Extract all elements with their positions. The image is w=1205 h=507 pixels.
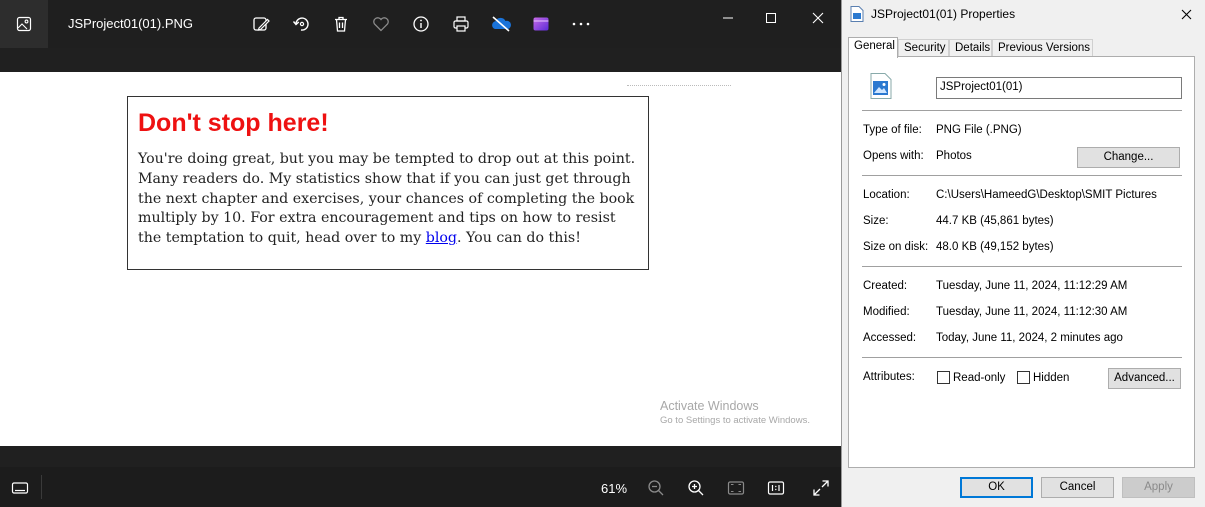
type-label: Type of file: — [863, 124, 922, 136]
attributes-label: Attributes: — [863, 371, 915, 383]
onedrive-icon — [492, 16, 511, 32]
size-label: Size: — [863, 215, 889, 227]
separator — [862, 266, 1182, 267]
rotate-icon — [292, 17, 309, 31]
tab-previous-versions[interactable]: Previous Versions — [992, 39, 1093, 57]
tab-general[interactable]: General — [848, 37, 898, 58]
modified-label: Modified: — [863, 306, 910, 318]
image-heading: Don't stop here! — [138, 109, 329, 137]
minimize-button[interactable] — [713, 8, 743, 28]
image-body-text: You're doing great, but you may be tempt… — [138, 150, 638, 249]
dialog-close-button[interactable] — [1175, 4, 1197, 24]
maximize-button[interactable] — [756, 8, 786, 28]
title-bar: JSProject01(01).PNG — [0, 0, 841, 48]
print-icon — [453, 16, 469, 32]
opens-with-label: Opens with: — [863, 150, 924, 162]
maximize-icon — [766, 13, 776, 23]
change-button[interactable]: Change... — [1077, 147, 1180, 168]
favorite-heart-icon — [373, 17, 389, 32]
separator — [862, 357, 1182, 358]
hidden-checkbox[interactable] — [1017, 371, 1030, 384]
more-button[interactable] — [569, 12, 593, 36]
edit-image-icon — [253, 17, 270, 31]
favorite-button[interactable] — [369, 12, 393, 36]
onedrive-button[interactable] — [489, 12, 513, 36]
bottom-bar: 61% — [0, 467, 841, 507]
close-icon — [1181, 9, 1191, 19]
actual-size-icon — [767, 481, 785, 495]
bottom-bar-divider — [41, 475, 42, 499]
delete-button[interactable] — [329, 12, 353, 36]
blog-link: blog — [425, 230, 458, 247]
hidden-label: Hidden — [1033, 372, 1070, 384]
accessed-label: Accessed: — [863, 332, 917, 344]
more-icon — [572, 22, 590, 26]
properties-dialog: JSProject01(01) Properties General Secur… — [841, 0, 1205, 507]
info-icon — [413, 16, 429, 32]
activate-windows-watermark: Activate Windows Go to Settings to activ… — [660, 399, 810, 426]
zoom-out-icon — [648, 480, 664, 496]
fit-to-window-button[interactable] — [725, 477, 747, 499]
tab-details[interactable]: Details — [949, 39, 992, 57]
separator — [862, 175, 1182, 176]
image-body-after-link: . You can do this! — [457, 230, 581, 247]
zoom-in-icon — [688, 480, 704, 496]
clipchamp-icon — [533, 17, 549, 31]
close-icon — [812, 12, 824, 24]
fit-window-icon — [727, 481, 745, 495]
modified-value: Tuesday, June 11, 2024, 11:12:30 AM — [936, 306, 1128, 318]
image-canvas[interactable]: Don't stop here! You're doing great, but… — [0, 72, 841, 446]
zoom-level: 61% — [601, 481, 628, 496]
full-screen-icon — [813, 480, 829, 496]
ok-button[interactable]: OK — [960, 477, 1033, 498]
dialog-title: JSProject01(01) Properties — [871, 7, 1016, 21]
photos-app-window: JSProject01(01).PNG Don't stop here! You… — [0, 0, 841, 507]
apply-button[interactable]: Apply — [1122, 477, 1195, 498]
print-button[interactable] — [449, 12, 473, 36]
image-edge-decoration — [627, 85, 731, 86]
size-value: 44.7 KB (45,861 bytes) — [936, 215, 1054, 227]
clipchamp-button[interactable] — [529, 12, 553, 36]
info-button[interactable] — [409, 12, 433, 36]
location-label: Location: — [863, 189, 910, 201]
zoom-in-button[interactable] — [685, 477, 707, 499]
minimize-icon — [723, 17, 733, 19]
cancel-button[interactable]: Cancel — [1041, 477, 1114, 498]
delete-icon — [335, 16, 347, 32]
created-label: Created: — [863, 280, 908, 292]
png-file-icon — [870, 73, 892, 99]
size-on-disk-value: 48.0 KB (49,152 bytes) — [936, 241, 1054, 253]
close-button[interactable] — [803, 8, 833, 28]
file-type-icon — [850, 6, 864, 22]
actual-size-button[interactable] — [765, 477, 787, 499]
gallery-button[interactable] — [0, 0, 48, 48]
filmstrip-icon — [11, 482, 29, 494]
zoom-out-button[interactable] — [645, 477, 667, 499]
rotate-button[interactable] — [289, 12, 313, 36]
general-tab-panel: JSProject01(01) Type of file: PNG File (… — [848, 56, 1195, 468]
location-value: C:\Users\HameedG\Desktop\SMIT Pictures — [936, 189, 1157, 201]
type-value: PNG File (.PNG) — [936, 124, 1022, 136]
read-only-label: Read-only — [953, 372, 1006, 384]
gallery-icon — [16, 16, 32, 32]
watermark-line1: Activate Windows — [660, 399, 759, 413]
file-title: JSProject01(01).PNG — [68, 16, 193, 31]
accessed-value: Today, June 11, 2024, 2 minutes ago — [936, 332, 1123, 344]
size-on-disk-label: Size on disk: — [863, 241, 929, 253]
watermark-line2: Go to Settings to activate Windows. — [660, 415, 810, 426]
advanced-button[interactable]: Advanced... — [1108, 368, 1181, 389]
file-name-field[interactable]: JSProject01(01) — [936, 77, 1182, 99]
opens-with-value: Photos — [936, 150, 972, 162]
filmstrip-button[interactable] — [9, 477, 31, 499]
separator — [862, 110, 1182, 111]
read-only-checkbox[interactable] — [937, 371, 950, 384]
tab-security[interactable]: Security — [898, 39, 949, 57]
created-value: Tuesday, June 11, 2024, 11:12:29 AM — [936, 280, 1128, 292]
image-note-box: Don't stop here! You're doing great, but… — [127, 96, 649, 270]
full-screen-button[interactable] — [810, 477, 832, 499]
edit-image-button[interactable] — [249, 12, 273, 36]
